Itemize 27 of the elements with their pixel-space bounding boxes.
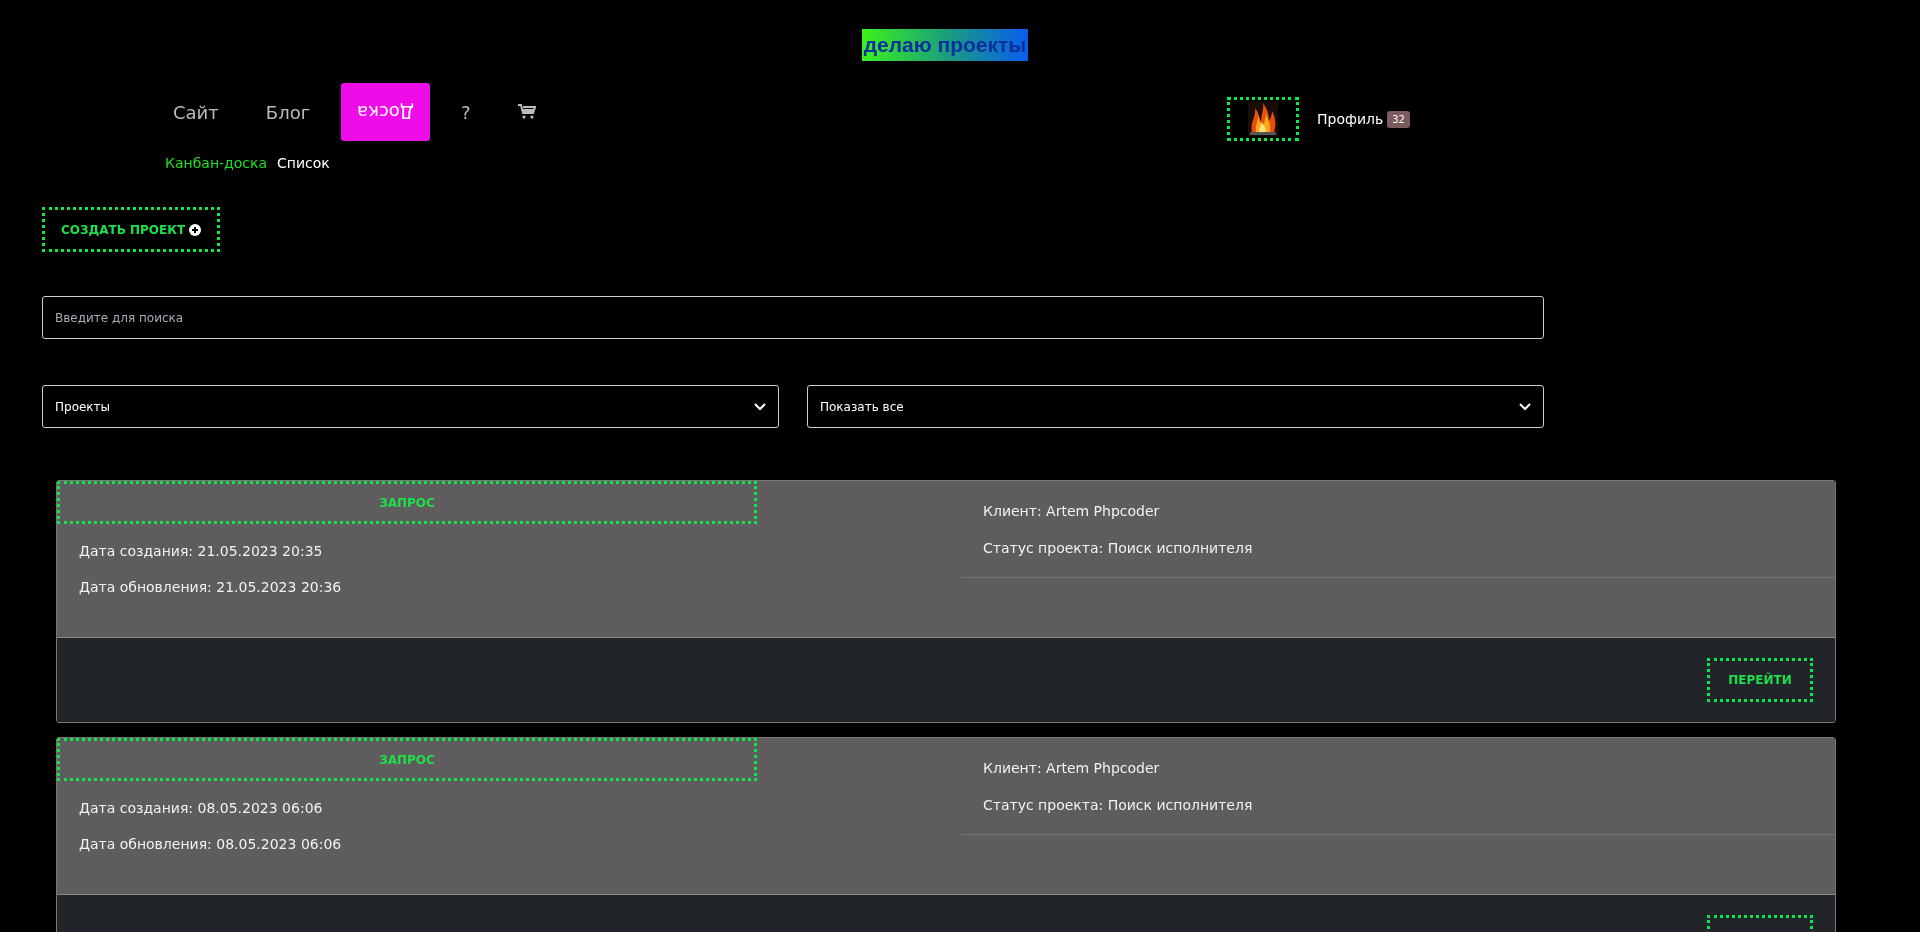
chevron-down-icon (1519, 402, 1531, 411)
view-link[interactable]: Список (277, 155, 330, 171)
client-name: Клиент: Artem Phpcoder (982, 760, 1161, 776)
project-status: Статус проекта: Поиск исполнителя (982, 797, 1254, 813)
profile-link[interactable]: Профиль (1317, 111, 1384, 127)
create-project-button[interactable]: СОЗДАТЬ ПРОЕКТ (42, 207, 221, 252)
search-field[interactable]: Введите для поиска (42, 296, 1544, 339)
client-name: Клиент: Artem Phpcoder (982, 503, 1161, 519)
updated-date: Дата обновления: 21.05.2023 20:36 (78, 578, 343, 595)
avatar-button[interactable] (1227, 97, 1299, 141)
updated-date: Дата обновления: 08.05.2023 06:06 (78, 835, 343, 852)
created-date: Дата создания: 21.05.2023 20:35 (78, 542, 324, 559)
chevron-down-icon (754, 402, 766, 411)
open-button[interactable]: ПЕРЕЙТИ (1707, 658, 1813, 702)
notification-count: 32 (1387, 110, 1410, 128)
status-label: ЗАПРОС (57, 738, 757, 781)
nav-tab[interactable]: ? (445, 83, 487, 141)
project-status: Статус проекта: Поиск исполнителя (982, 540, 1254, 556)
nav-tab[interactable]: Доска (341, 83, 430, 141)
nav-tab[interactable]: Блог (249, 83, 327, 141)
filter-dropdown[interactable]: Показать все (807, 385, 1544, 428)
plus-icon (189, 223, 202, 236)
created-date: Дата создания: 08.05.2023 06:06 (78, 799, 324, 816)
nav-tab[interactable]: Сайт (157, 83, 235, 141)
filter-dropdown[interactable]: Проекты (42, 385, 779, 428)
view-link[interactable]: Канбан-доска (165, 155, 268, 171)
status-label: ЗАПРОС (57, 481, 757, 524)
